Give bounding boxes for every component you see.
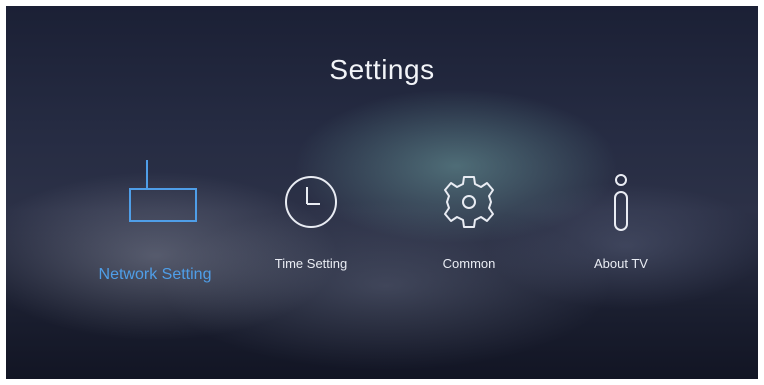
menu-item-common[interactable]: Common [410,172,528,271]
page-title: Settings [329,54,435,85]
info-icon [614,174,628,231]
router-icon [129,160,197,222]
gear-icon [444,176,494,228]
menu-item-time-setting[interactable]: Time Setting [252,172,370,271]
clock-icon [285,176,337,228]
menu-item-network-setting[interactable]: Network Setting [80,156,230,284]
menu-item-label: Time Setting [274,256,348,271]
settings-screen: Settings Network Setting Time Setting Co… [6,6,758,379]
menu-item-label: Network Setting [98,266,212,283]
menu-item-label: About TV [594,256,648,271]
menu-item-about-tv[interactable]: About TV [562,172,680,271]
menu-item-label: Common [442,256,496,271]
